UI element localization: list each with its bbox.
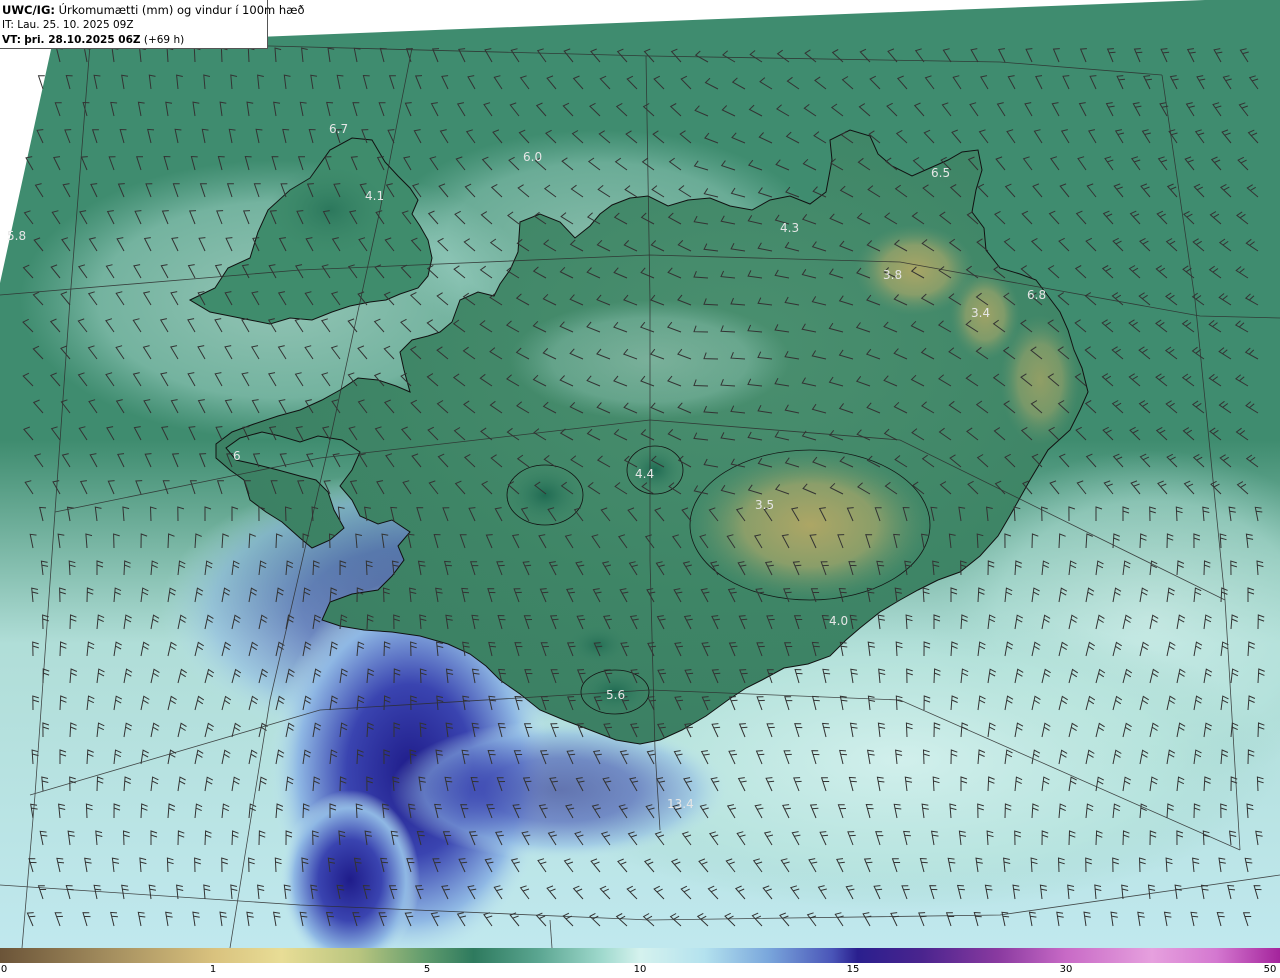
field-label: 3.8: [883, 268, 902, 282]
initial-time-line: IT: Lau. 25. 10. 2025 09Z: [2, 18, 267, 33]
field-label: 4.4: [635, 467, 654, 481]
field-label: 6.7: [329, 122, 348, 136]
valid-time-line: VT: þri. 28.10.2025 06Z (+69 h): [2, 33, 267, 48]
tindafjall: [568, 625, 628, 665]
field-label: 6.0: [523, 150, 542, 164]
field-label: 3.4: [971, 306, 990, 320]
colorbar-tick: 10: [633, 964, 647, 975]
title-line: UWC/IG: Úrkomumætti (mm) og vindur í 100…: [2, 3, 305, 18]
field-label: 4.3: [780, 221, 799, 235]
colorbar-tick: 15: [846, 964, 860, 975]
weather-map: 6.7 6.0 4.1 5.8 6.5 4.3 3.8 6.8 3.4 4.4 …: [0, 0, 1280, 948]
it-prefix: IT:: [2, 19, 14, 31]
colorbar-strip: [0, 948, 1280, 963]
field-label: 5.8: [7, 229, 26, 243]
product-label: UWC/IG:: [2, 3, 55, 17]
colorbar-tick: 1: [209, 964, 217, 975]
field-label: 4.1: [365, 189, 384, 203]
field-label: 13.4: [667, 797, 694, 811]
precipitation-colorbar: 0 1 5 10 15 30 50: [0, 948, 1280, 978]
field-label: 6.5: [931, 166, 950, 180]
map-title: Úrkomumætti (mm) og vindur í 100m hæð: [58, 3, 305, 17]
field-label: 4.0: [829, 614, 848, 628]
vatnajokull: [689, 449, 931, 601]
field-label: 6.8: [1027, 288, 1046, 302]
westfjords-highland: [270, 165, 390, 255]
valid-time: þri. 28.10.2025 06Z: [24, 34, 141, 46]
colorbar-tick: 30: [1059, 964, 1073, 975]
langjokull: [506, 464, 584, 526]
field-label: 5.6: [606, 688, 625, 702]
lead-time: (+69 h): [143, 34, 185, 46]
colorbar-tick: 50: [1263, 964, 1277, 975]
vt-prefix: VT:: [2, 34, 21, 46]
field-label: 3.5: [755, 498, 774, 512]
field-label: 6: [233, 449, 241, 463]
eastfjords-highland: [1000, 315, 1080, 445]
colorbar-tick: 0: [0, 964, 8, 975]
initial-time: Lau. 25. 10. 2025 09Z: [17, 19, 134, 31]
forecast-info-box: UWC/IG: Úrkomumætti (mm) og vindur í 100…: [0, 0, 305, 49]
colorbar-tick: 5: [423, 964, 431, 975]
